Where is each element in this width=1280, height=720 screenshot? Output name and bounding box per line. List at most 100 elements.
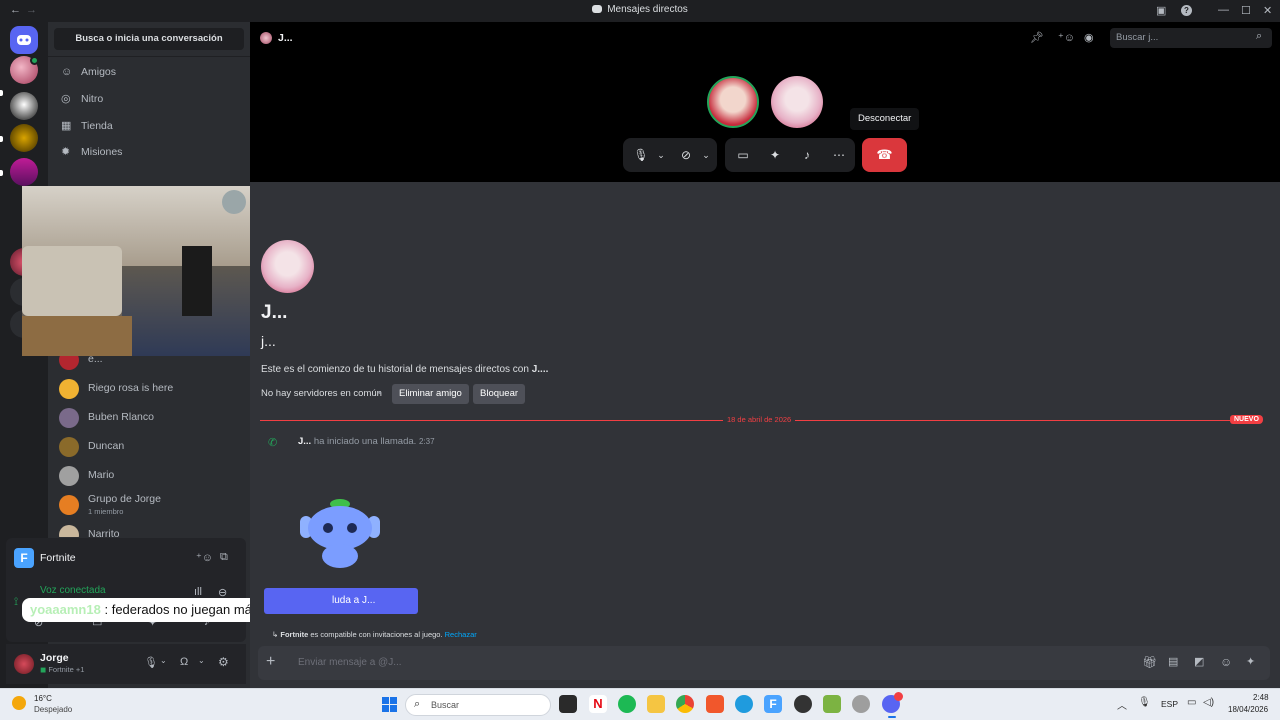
start-icon[interactable] (382, 697, 398, 713)
headphones-icon[interactable]: Ω (180, 656, 188, 668)
overlay-message-author: yoaaamn18 (30, 602, 101, 617)
block-button[interactable]: Bloquear (473, 384, 526, 404)
apps-icon[interactable]: ✦ (1246, 655, 1255, 668)
phone-call-icon: ✆ (268, 437, 278, 449)
direct-messages-home-button[interactable] (10, 26, 38, 54)
activity-icon[interactable]: ⧉ (220, 551, 228, 564)
clock-date[interactable]: 18/04/2026 (1228, 705, 1268, 714)
weather-desc: Despejado (34, 705, 73, 714)
spotify-app-icon[interactable] (618, 695, 636, 713)
camera-off-icon[interactable]: ⊘ (677, 138, 695, 172)
user-profile-icon[interactable]: ◉ (1084, 31, 1094, 44)
call-participant-avatar[interactable] (771, 76, 823, 128)
search-placeholder: Buscar j... (1116, 32, 1159, 43)
user-activity: ◼ Fortnite +1 (40, 665, 84, 674)
dm-list-item[interactable]: Riego rosa is here (56, 375, 242, 403)
pin-icon[interactable]: 📌︎ (1030, 31, 1044, 44)
dm-intro: Este es el comienzo de tu historial de m… (261, 364, 548, 375)
clock-time[interactable]: 2:48 (1253, 693, 1269, 702)
dm-list-item[interactable]: Buben Rlanco (56, 404, 242, 432)
dm-list-item[interactable]: Grupo de Jorge 1 miembro (56, 491, 242, 519)
user-name: Jorge (40, 652, 69, 664)
microphone-icon[interactable]: 🎙︎ (1138, 697, 1151, 708)
avatar (59, 379, 79, 399)
disconnect-button[interactable]: ☎ (862, 138, 907, 172)
reject-link[interactable]: Rechazar (445, 630, 477, 639)
camera-preview[interactable] (22, 186, 250, 356)
wave-button[interactable]: luda a J... (264, 588, 418, 614)
help-icon[interactable]: ? (1181, 5, 1192, 16)
language-indicator[interactable]: ESP (1161, 699, 1178, 709)
dm-name: Narrito (88, 528, 120, 537)
netflix-app-icon[interactable]: N (589, 695, 607, 713)
gift-icon[interactable]: 🎁︎ (1142, 655, 1157, 669)
unread-indicator (0, 170, 3, 176)
separator-dot: • (378, 388, 382, 398)
microphone-icon[interactable]: 🎙︎ (144, 656, 158, 669)
chrome-app-icon[interactable] (676, 695, 694, 713)
chevron-down-icon[interactable]: ⌄ (160, 656, 167, 665)
chevron-up-icon[interactable]: ︿ (1117, 697, 1127, 712)
remove-friend-button[interactable]: Eliminar amigo (392, 384, 469, 404)
settings-gear-icon[interactable]: ⚙ (218, 655, 229, 669)
active-app-indicator (888, 716, 896, 718)
chevron-down-icon[interactable]: ⌄ (198, 656, 205, 665)
microphone-icon[interactable]: 🎙︎ (633, 138, 649, 172)
gif-icon[interactable]: ▤ (1168, 655, 1178, 668)
dm-list-item[interactable]: Duncan (56, 433, 242, 461)
chevron-down-icon[interactable]: ⌄ (699, 138, 713, 172)
server-icon[interactable] (10, 92, 38, 120)
user-avatar[interactable] (14, 654, 34, 674)
fortnite-app-icon[interactable]: F (764, 695, 782, 713)
call-started-message: J... ha iniciado una llamada. 2:37 (298, 436, 435, 447)
nav-item-friends[interactable]: ☺ Amigos (56, 60, 242, 84)
brave-app-icon[interactable] (706, 695, 724, 713)
activities-icon[interactable]: ✦ (765, 138, 785, 172)
nav-item-shop[interactable]: ▦ Tienda (56, 114, 242, 138)
taskview-app-icon[interactable] (559, 695, 577, 713)
window-title-text: Mensajes directos (607, 4, 688, 15)
invite-friends-icon[interactable]: ⁺☺ (196, 551, 213, 564)
close-icon[interactable]: ✕ (1263, 4, 1272, 17)
add-attachment-icon[interactable]: + (266, 653, 275, 671)
edge-app-icon[interactable] (735, 695, 753, 713)
nitro-icon: ◎ (61, 93, 71, 105)
network-icon[interactable]: ▭ (1187, 697, 1196, 708)
add-friends-icon[interactable]: ⁺☺ (1058, 31, 1075, 44)
emoji-icon[interactable]: ☺ (1220, 655, 1232, 669)
settings-app-icon[interactable] (852, 695, 870, 713)
shop-icon: ▦ (61, 120, 72, 132)
call-participant-avatar[interactable] (707, 76, 759, 128)
sound-wave-icon[interactable]: ıll (194, 586, 202, 598)
taskbar-search-input[interactable]: ⌕ Buscar (405, 694, 551, 716)
disconnect-tooltip: Desconectar (850, 108, 920, 130)
minimize-icon[interactable]: — (1218, 4, 1229, 16)
search-input[interactable]: Buscar j... ⌕ (1110, 28, 1272, 48)
discord-logo-icon (592, 5, 603, 13)
invite-game: Fortnite (280, 630, 309, 639)
server-icon[interactable] (10, 158, 38, 186)
inbox-icon[interactable]: ▣ (1156, 4, 1166, 17)
sticker-icon[interactable]: ◩ (1194, 655, 1204, 668)
maximize-icon[interactable]: ☐ (1241, 4, 1251, 17)
avatar (59, 525, 79, 537)
message-input[interactable]: + Enviar mensaje a @J... 🎁︎ ▤ ◩ ☺ ✦ (258, 646, 1270, 680)
file-explorer-app-icon[interactable] (647, 695, 665, 713)
find-conversation-button[interactable]: Busca o inicia una conversación (54, 28, 244, 50)
nav-item-nitro[interactable]: ◎ Nitro (56, 87, 242, 111)
wumpus-wave-sticker (300, 499, 380, 568)
more-options-icon[interactable]: ⋯ (829, 138, 849, 172)
screen-share-icon[interactable]: ▭ (733, 138, 753, 172)
volume-icon[interactable]: ◁) (1203, 697, 1214, 708)
app-icon[interactable] (794, 695, 812, 713)
soundboard-icon[interactable]: ♪ (797, 138, 817, 172)
nav-item-quests[interactable]: ✹ Misiones (56, 140, 242, 164)
dm-list-item[interactable]: Mario (56, 462, 242, 490)
server-icon[interactable] (10, 124, 38, 152)
profile-avatar[interactable] (261, 240, 314, 293)
app-icon[interactable] (823, 695, 841, 713)
dm-list-item[interactable]: Narrito (56, 521, 242, 537)
notification-badge (894, 692, 903, 701)
window-title: Mensajes directos (0, 4, 1280, 15)
chevron-down-icon[interactable]: ⌄ (653, 138, 669, 172)
